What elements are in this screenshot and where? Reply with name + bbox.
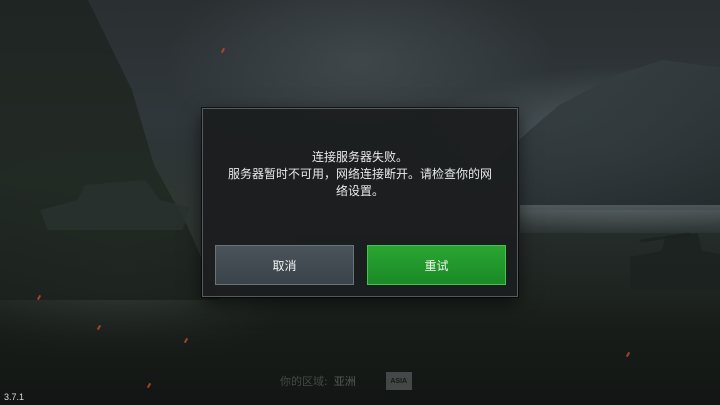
connection-error-dialog: 连接服务器失败。 服务器暂时不可用，网络连接断开。请检查你的网 络设置。 取消 … bbox=[202, 108, 518, 297]
game-screen: 连接服务器失败。 服务器暂时不可用，网络连接断开。请检查你的网 络设置。 取消 … bbox=[0, 0, 720, 405]
region-indicator: 你的区域: 亚洲 ASIA bbox=[280, 372, 412, 390]
dialog-message-line: 连接服务器失败。 bbox=[311, 150, 408, 164]
dialog-message: 连接服务器失败。 服务器暂时不可用，网络连接断开。请检查你的网 络设置。 bbox=[213, 149, 507, 200]
region-value: 亚洲 bbox=[333, 375, 356, 388]
retry-button[interactable]: 重试 bbox=[367, 245, 506, 285]
dialog-message-line: 络设置。 bbox=[335, 184, 384, 198]
background-mountain bbox=[490, 60, 720, 210]
background-lake bbox=[520, 205, 720, 233]
dialog-message-line: 服务器暂时不可用，网络连接断开。请检查你的网 bbox=[227, 167, 492, 181]
cancel-button-label: 取消 bbox=[272, 258, 297, 273]
retry-button-label: 重试 bbox=[424, 258, 449, 273]
version-label: 3.7.1 bbox=[4, 392, 25, 402]
cancel-button[interactable]: 取消 bbox=[215, 245, 354, 285]
region-label: 你的区域: bbox=[280, 375, 328, 388]
background-trees bbox=[0, 0, 220, 300]
region-badge: ASIA bbox=[385, 372, 412, 390]
ember-particle bbox=[220, 47, 226, 54]
